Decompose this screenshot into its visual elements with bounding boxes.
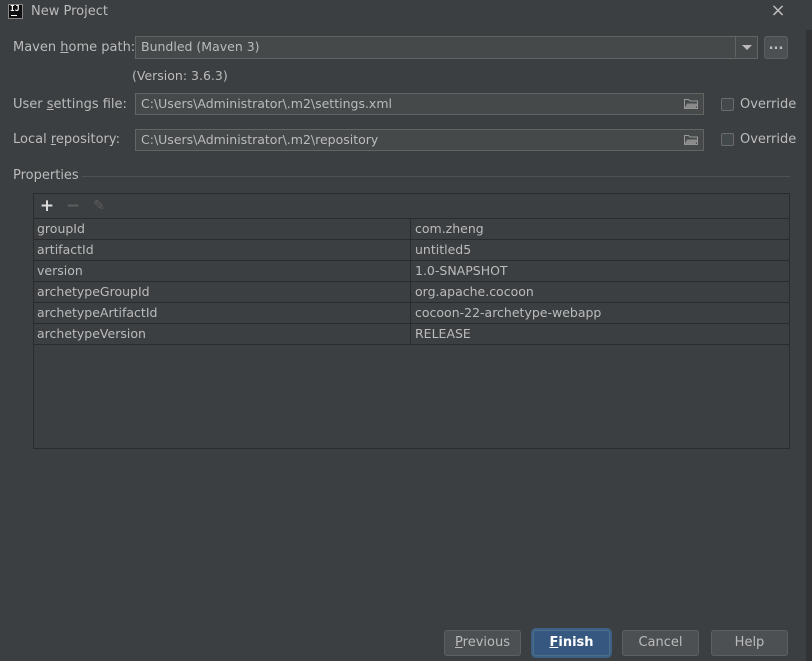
- property-value-cell[interactable]: cocoon-22-archetype-webapp: [411, 303, 789, 323]
- previous-button[interactable]: Previous: [444, 630, 521, 656]
- table-row[interactable]: version 1.0-SNAPSHOT: [34, 261, 789, 282]
- properties-toolbar: + − ✎: [34, 194, 789, 219]
- user-settings-value: C:\Users\Administrator\.m2\settings.xml: [141, 96, 392, 111]
- property-value-cell[interactable]: org.apache.cocoon: [411, 282, 789, 302]
- finish-button[interactable]: Finish: [533, 630, 610, 656]
- user-settings-override-label[interactable]: Override: [740, 97, 796, 112]
- close-icon[interactable]: ×: [768, 1, 788, 21]
- maven-home-label: Maven home path:: [13, 40, 136, 55]
- remove-icon[interactable]: −: [63, 196, 83, 216]
- maven-home-value: Bundled (Maven 3): [141, 39, 260, 54]
- property-name-cell[interactable]: archetypeArtifactId: [34, 303, 411, 323]
- add-icon[interactable]: +: [37, 196, 57, 216]
- table-row[interactable]: archetypeGroupId org.apache.cocoon: [34, 282, 789, 303]
- property-name-cell[interactable]: artifactId: [34, 240, 411, 260]
- table-row[interactable]: artifactId untitled5: [34, 240, 789, 261]
- property-value-cell[interactable]: com.zheng: [411, 219, 789, 239]
- properties-separator: [82, 176, 790, 177]
- help-button[interactable]: Help: [711, 630, 788, 656]
- window-title: New Project: [31, 4, 108, 19]
- maven-home-combobox[interactable]: Bundled (Maven 3): [135, 36, 758, 59]
- table-row[interactable]: archetypeVersion RELEASE: [34, 324, 789, 345]
- property-name-cell[interactable]: archetypeGroupId: [34, 282, 411, 302]
- local-repository-input[interactable]: C:\Users\Administrator\.m2\repository: [135, 129, 704, 151]
- user-settings-label: User settings file:: [13, 97, 127, 112]
- property-value-cell[interactable]: untitled5: [411, 240, 789, 260]
- maven-version-text: (Version: 3.6.3): [132, 68, 228, 83]
- title-bar: IJ New Project ×: [0, 0, 812, 24]
- folder-icon[interactable]: [684, 134, 698, 145]
- edit-icon[interactable]: ✎: [89, 196, 109, 216]
- local-repository-override-label[interactable]: Override: [740, 132, 796, 147]
- property-value-cell[interactable]: RELEASE: [411, 324, 789, 344]
- property-name-cell[interactable]: archetypeVersion: [34, 324, 411, 344]
- folder-icon[interactable]: [684, 98, 698, 109]
- local-repository-override-checkbox[interactable]: [721, 133, 734, 146]
- property-value-cell[interactable]: 1.0-SNAPSHOT: [411, 261, 789, 281]
- local-repository-label: Local repository:: [13, 132, 121, 147]
- property-name-cell[interactable]: version: [34, 261, 411, 281]
- table-row[interactable]: groupId com.zheng: [34, 219, 789, 240]
- dropdown-arrow-icon[interactable]: [735, 37, 757, 57]
- cancel-button[interactable]: Cancel: [622, 630, 699, 656]
- intellij-app-icon: IJ: [8, 4, 23, 19]
- property-name-cell[interactable]: groupId: [34, 219, 411, 239]
- browse-maven-home-button[interactable]: ...: [764, 36, 788, 59]
- local-repository-value: C:\Users\Administrator\.m2\repository: [141, 132, 379, 147]
- properties-table: + − ✎ groupId com.zheng artifactId untit…: [33, 193, 790, 449]
- user-settings-input[interactable]: C:\Users\Administrator\.m2\settings.xml: [135, 93, 704, 115]
- table-row[interactable]: archetypeArtifactId cocoon-22-archetype-…: [34, 303, 789, 324]
- user-settings-override-checkbox[interactable]: [721, 98, 734, 111]
- properties-section-title: Properties: [13, 168, 79, 183]
- window-edge: [806, 30, 812, 661]
